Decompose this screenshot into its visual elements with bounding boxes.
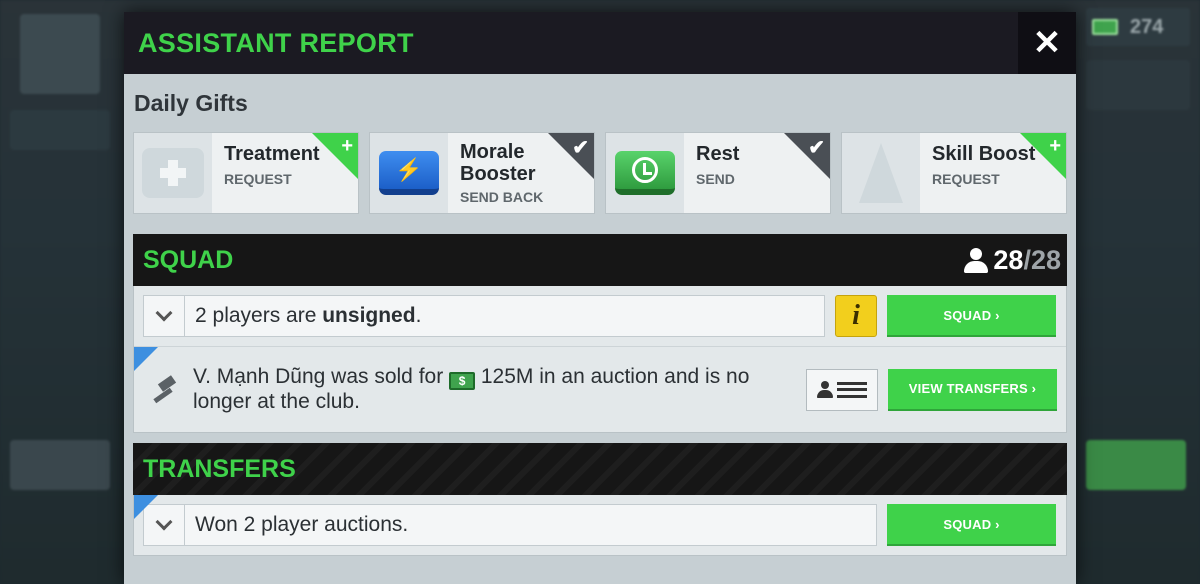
squad-header: SQUAD 28/28: [133, 234, 1067, 286]
daily-gifts-heading: Daily Gifts: [134, 90, 248, 116]
currency-display: 274: [1086, 8, 1190, 46]
gift-icon-box: [842, 133, 920, 213]
expand-button[interactable]: [143, 295, 185, 337]
lightning-icon: ⚡: [379, 151, 439, 195]
new-flag: [134, 347, 158, 371]
transfers-header: TRANSFERS: [133, 443, 1067, 495]
info-button[interactable]: i: [835, 295, 877, 337]
background-club-badge: [20, 14, 100, 94]
gift-icon-box: ⚡: [370, 133, 448, 213]
squad-title: SQUAD: [143, 245, 234, 274]
sale-amount: 125M: [480, 365, 534, 388]
plus-icon: +: [341, 135, 353, 157]
modal-title: ASSISTANT REPORT: [138, 27, 414, 58]
squad-count-max: /28: [1023, 244, 1061, 275]
squad-count: 28/28: [963, 245, 1061, 276]
cone-icon: [859, 143, 903, 203]
message-text: 2 players are: [195, 304, 323, 327]
checkmark-icon: ✔: [572, 137, 589, 159]
squad-body: 2 players are unsigned. i SQUAD › V. Mạn…: [133, 286, 1067, 433]
gift-action: SEND BACK: [460, 189, 544, 205]
gavel-icon: [151, 375, 181, 405]
close-button[interactable]: ✕: [1018, 12, 1076, 74]
new-flag: [134, 495, 158, 519]
gift-icon-box: [606, 133, 684, 213]
cash-icon: [1092, 19, 1118, 35]
assistant-report-modal: ASSISTANT REPORT ✕ Daily Gifts Treatment…: [124, 12, 1076, 584]
close-icon: ✕: [1032, 24, 1062, 62]
transfers-body: Won 2 player auctions. SQUAD ›: [133, 495, 1067, 556]
gift-action: SEND: [696, 171, 735, 187]
chevron-down-icon: [155, 513, 173, 531]
plus-icon: +: [1049, 135, 1061, 157]
gift-name: Treatment: [224, 143, 320, 165]
person-icon: [963, 246, 989, 274]
report-message: V. Mạnh Dũng was sold for $ 125M in an a…: [193, 365, 793, 414]
message-end: .: [415, 304, 422, 327]
message-bold: unsigned: [322, 304, 416, 327]
medkit-icon: [142, 148, 204, 198]
currency-value: 274: [1130, 15, 1164, 38]
gift-card-morale-booster[interactable]: ⚡ Morale Booster SEND BACK ✔: [369, 132, 595, 214]
background-panel: [10, 440, 110, 490]
report-row-unsigned: 2 players are unsigned. i SQUAD ›: [134, 286, 1066, 346]
background-panel: [10, 110, 110, 150]
gift-action: REQUEST: [224, 171, 292, 187]
squad-button[interactable]: SQUAD ›: [887, 295, 1056, 337]
gift-name: Morale Booster: [460, 141, 536, 185]
clock-icon: [615, 151, 675, 195]
report-row-auction-sold: V. Mạnh Dũng was sold for $ 125M in an a…: [134, 346, 1066, 432]
squad-button[interactable]: SQUAD ›: [887, 504, 1056, 546]
squad-count-current: 28: [993, 244, 1024, 275]
squad-panel: SQUAD 28/28 2 players are unsigned. i SQ…: [133, 234, 1067, 433]
person-icon: [817, 380, 833, 399]
gift-card-rest[interactable]: Rest SEND ✔: [605, 132, 831, 214]
report-message: 2 players are unsigned.: [185, 295, 825, 337]
gift-icon-box: [134, 133, 212, 213]
daily-gifts-row: Treatment REQUEST + ⚡ Morale Booster SEN…: [124, 132, 1076, 214]
player-list-button[interactable]: [806, 368, 878, 411]
chevron-down-icon: [155, 304, 173, 322]
message-text: V. Mạnh Dũng was sold for: [193, 365, 450, 388]
list-icon: [837, 381, 867, 398]
cash-icon: $: [449, 372, 476, 390]
transfers-title: TRANSFERS: [143, 454, 296, 483]
background-green-button: [1086, 440, 1186, 490]
gift-card-treatment[interactable]: Treatment REQUEST +: [133, 132, 359, 214]
checkmark-icon: ✔: [808, 137, 825, 159]
gift-name: Rest: [696, 143, 740, 165]
transfers-panel: TRANSFERS Won 2 player auctions. SQUAD ›: [133, 443, 1067, 556]
gift-card-skill-boost[interactable]: Skill Boost REQUEST +: [841, 132, 1067, 214]
view-transfers-button[interactable]: VIEW TRANSFERS ›: [888, 368, 1057, 411]
info-icon: i: [852, 300, 860, 331]
background-panel: [1086, 60, 1190, 110]
modal-header: ASSISTANT REPORT ✕: [124, 12, 1076, 74]
report-row-auctions-won: Won 2 player auctions. SQUAD ›: [134, 495, 1066, 555]
report-message: Won 2 player auctions.: [185, 504, 877, 546]
